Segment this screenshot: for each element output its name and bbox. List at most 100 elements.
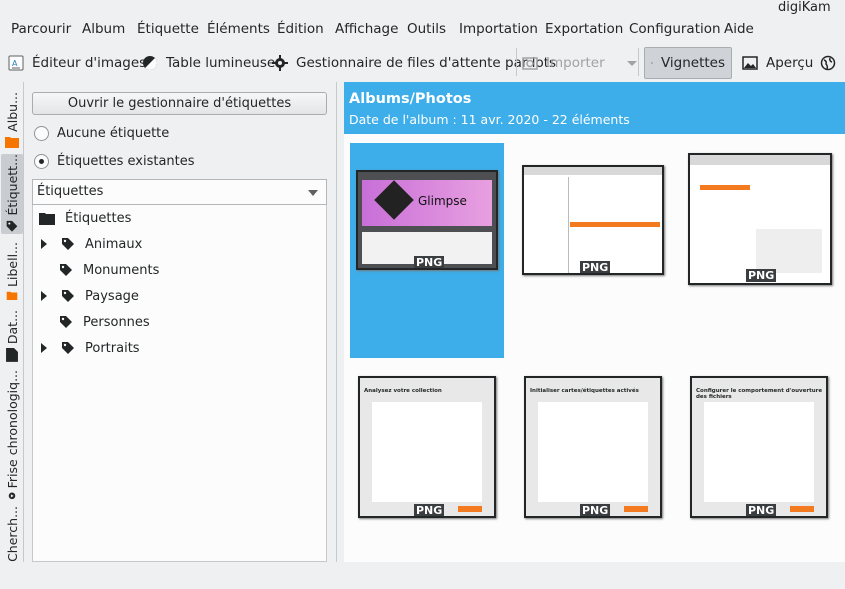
thumbnail-item[interactable]: PNG xyxy=(514,143,668,358)
light-table-label: Table lumineuse xyxy=(166,55,275,71)
thumbnail-image: Initialiser cartes/étiquettes activés PN… xyxy=(524,376,662,518)
import-button[interactable]: Importer xyxy=(516,47,643,79)
tree-item-label: Monuments xyxy=(83,263,159,278)
thumbnail-item[interactable]: Configurer le comportement d'ouverture d… xyxy=(684,374,838,589)
thumbnail-image: PNG xyxy=(688,153,832,285)
tree-item-label: Paysage xyxy=(85,289,139,304)
tags-combobox-value: Étiquettes xyxy=(37,184,103,199)
album-view: Albums/Photos Date de l'album : 11 avr. … xyxy=(344,82,845,562)
expand-arrow-icon[interactable] xyxy=(41,343,47,353)
image-icon xyxy=(742,55,758,71)
expand-arrow-icon[interactable] xyxy=(41,239,47,249)
main-toolbar: A Éditeur d'images Table lumineuse Gesti… xyxy=(0,44,845,82)
tree-item-portraits[interactable]: Portraits xyxy=(41,335,140,361)
preview-button[interactable]: Aperçu xyxy=(736,47,819,79)
image-editor-label: Éditeur d'images xyxy=(32,55,146,71)
thumbnail-image: Configurer le comportement d'ouverture d… xyxy=(690,376,828,518)
png-badge: PNG xyxy=(580,261,610,274)
menu-outils[interactable]: Outils xyxy=(407,21,446,37)
panel-splitter[interactable] xyxy=(336,82,344,562)
menu-configuration[interactable]: Configuration xyxy=(629,21,721,37)
existing-tags-label: Étiquettes existantes xyxy=(57,154,195,169)
album-subtitle: Date de l'album : 11 avr. 2020 - 22 élém… xyxy=(349,112,630,127)
tab-albums[interactable]: Albu... xyxy=(1,88,23,148)
chevron-down-icon[interactable] xyxy=(308,190,318,196)
tree-item-label: Portraits xyxy=(85,341,140,356)
tab-search-label: Cherch... xyxy=(5,506,20,562)
thumbnail-caption: Initialiser cartes/étiquettes activés xyxy=(530,388,639,394)
thumbnail-item[interactable]: Glimpse PNG xyxy=(350,143,504,358)
thumbnail-caption: Glimpse xyxy=(418,194,467,208)
open-tag-manager-button[interactable]: Ouvrir le gestionnaire d'étiquettes xyxy=(32,92,327,115)
menu-aide[interactable]: Aide xyxy=(724,21,754,37)
preview-label: Aperçu xyxy=(766,55,813,71)
menu-parcourir[interactable]: Parcourir xyxy=(11,21,71,37)
image-editor-icon: A xyxy=(8,55,24,71)
thumbnail-item[interactable]: Initialiser cartes/étiquettes activés PN… xyxy=(518,374,672,589)
tags-panel: Ouvrir le gestionnaire d'étiquettes Aucu… xyxy=(24,82,336,562)
existing-tags-radio[interactable]: Étiquettes existantes xyxy=(34,154,195,169)
tab-dates[interactable]: Dat... xyxy=(1,310,23,362)
no-tag-radio[interactable]: Aucune étiquette xyxy=(34,126,169,141)
tag-icon xyxy=(61,237,75,251)
import-label: Importer xyxy=(546,55,605,71)
menu-importation[interactable]: Importation xyxy=(459,21,538,37)
tree-item-monuments[interactable]: Monuments xyxy=(59,257,159,283)
menu-etiquette[interactable]: Étiquette xyxy=(137,21,199,37)
tab-search[interactable]: Cherch... xyxy=(1,508,23,562)
tree-item-label: Personnes xyxy=(83,315,150,330)
folder-icon xyxy=(5,291,19,300)
tree-item-animaux[interactable]: Animaux xyxy=(41,231,142,257)
tree-root[interactable]: Étiquettes xyxy=(39,205,131,231)
album-header: Albums/Photos Date de l'album : 11 avr. … xyxy=(344,82,845,134)
radio-indicator[interactable] xyxy=(34,126,49,141)
image-editor-button[interactable]: A Éditeur d'images xyxy=(2,47,152,79)
tree-root-label: Étiquettes xyxy=(65,211,131,226)
thumbnail-item[interactable]: PNG xyxy=(682,143,836,358)
grid-icon xyxy=(651,55,653,71)
tab-albums-label: Albu... xyxy=(5,92,20,132)
menu-exportation[interactable]: Exportation xyxy=(545,21,623,37)
tab-tags-label: Étiquett... xyxy=(5,154,20,216)
thumbnails-button[interactable]: Vignettes xyxy=(644,47,732,79)
light-table-icon xyxy=(142,55,158,71)
light-table-button[interactable]: Table lumineuse xyxy=(136,47,281,79)
tab-timeline[interactable]: Frise chronologiq... xyxy=(1,370,23,500)
tag-icon xyxy=(59,315,73,329)
album-title: Albums/Photos xyxy=(349,91,471,107)
tags-combobox[interactable]: Étiquettes xyxy=(32,179,327,205)
camera-icon xyxy=(522,55,538,71)
tag-icon xyxy=(5,220,19,232)
menu-album[interactable]: Album xyxy=(82,21,125,37)
map-button[interactable] xyxy=(814,47,842,79)
folder-icon xyxy=(5,136,19,148)
thumbnail-image: PNG xyxy=(522,165,664,275)
png-badge: PNG xyxy=(580,504,610,517)
menu-elements[interactable]: Éléments xyxy=(207,21,270,37)
chevron-down-icon[interactable] xyxy=(627,61,637,66)
tab-tags[interactable]: Étiquett... xyxy=(1,154,23,234)
menu-affichage[interactable]: Affichage xyxy=(335,21,398,37)
tag-icon xyxy=(59,263,73,277)
tab-labels-label: Libell... xyxy=(5,242,20,287)
png-badge: PNG xyxy=(746,269,776,282)
tree-item-paysage[interactable]: Paysage xyxy=(41,283,139,309)
menu-bar: Parcourir Album Étiquette Éléments Éditi… xyxy=(0,0,845,44)
expand-arrow-icon[interactable] xyxy=(41,291,47,301)
gear-icon xyxy=(272,55,288,71)
png-badge: PNG xyxy=(746,504,776,517)
tab-labels[interactable]: Libell... xyxy=(1,242,23,300)
png-badge: PNG xyxy=(414,256,444,269)
tab-dates-label: Dat... xyxy=(5,310,20,344)
tree-item-personnes[interactable]: Personnes xyxy=(59,309,150,335)
clock-icon xyxy=(5,492,19,500)
radio-indicator-checked[interactable] xyxy=(34,154,49,169)
menu-edition[interactable]: Édition xyxy=(277,21,324,37)
thumbnail-item[interactable]: Analysez votre collection PNG xyxy=(352,374,506,589)
document-icon xyxy=(6,348,18,362)
tree-item-label: Animaux xyxy=(85,237,142,252)
tag-icon xyxy=(61,289,75,303)
thumbnails-label: Vignettes xyxy=(661,55,725,71)
side-tab-bar: Albu... Étiquett... Libell... Dat... Fri… xyxy=(0,82,24,562)
svg-text:A: A xyxy=(12,59,18,68)
